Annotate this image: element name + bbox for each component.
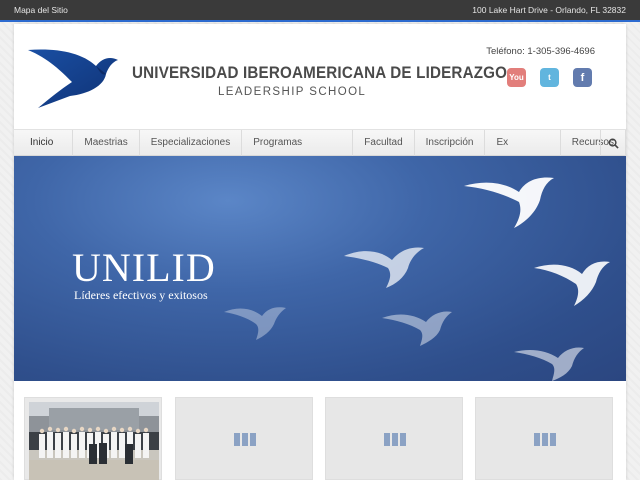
address-text: 100 Lake Hart Drive - Orlando, FL 32832 [472,5,626,15]
nav-item-facultad[interactable]: Facultad [353,130,415,157]
people-silhouettes-icon [29,402,159,480]
site-header: UNIVERSIDAD IBEROAMERICANA DE LIDERAZGO … [14,24,626,129]
group-photo [29,402,159,480]
search-icon [608,138,619,149]
page-container: UNIVERSIDAD IBEROAMERICANA DE LIDERAZGO … [14,24,626,480]
nav-item-inscripcion[interactable]: Inscripción [415,130,486,157]
top-bar: Mapa del Sitio 100 Lake Hart Drive - Orl… [0,0,640,22]
loading-icon [384,433,406,446]
loading-icon [534,433,556,446]
hero-tagline: Líderes efectivos y exitosos [74,288,208,302]
social-links: You t f [507,68,592,87]
nav-item-especializaciones[interactable]: Especializaciones [140,130,243,157]
main-nav: Inicio » Maestrias Especializaciones Pro… [14,129,626,174]
hero-banner[interactable]: UNILID Líderes efectivos y exitosos [14,156,626,381]
nav-item-inicio[interactable]: Inicio » [14,130,74,174]
sitemap-link[interactable]: Mapa del Sitio [14,5,68,15]
bird-logo-icon[interactable] [26,46,122,110]
school-name: LEADERSHIP SCHOOL [218,86,367,98]
phone-number: Teléfono: 1-305-396-4696 [486,46,595,57]
nav-item-programas-online[interactable]: Programas ONLINE [242,130,354,174]
nav-item-maestrias[interactable]: Maestrias [73,130,140,157]
search-button[interactable] [600,130,626,157]
tile-placeholder-3[interactable] [475,397,613,480]
loading-icon [234,433,256,446]
hero-title: UNILID [72,245,216,290]
tile-placeholder-2[interactable] [325,397,463,480]
tile-placeholder-1[interactable] [175,397,313,480]
facebook-icon[interactable]: f [573,68,592,87]
nav-item-ex-alumnos[interactable]: Ex Alumnos [485,130,561,174]
tile-group-photo[interactable] [24,397,162,480]
twitter-icon[interactable]: t [540,68,559,87]
university-name: UNIVERSIDAD IBEROAMERICANA DE LIDERAZGO [132,64,508,82]
featured-tiles [24,397,616,480]
youtube-icon[interactable]: You [507,68,526,87]
